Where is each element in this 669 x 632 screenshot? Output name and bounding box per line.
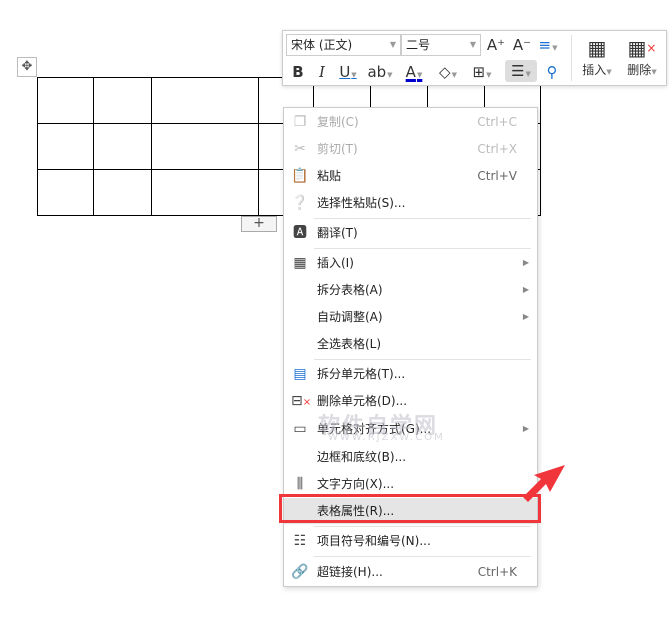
submenu-arrow-icon: ▶	[522, 424, 529, 433]
label: 复制(C)	[317, 115, 359, 129]
menu-item-cut[interactable]: ✂ 剪切(T) Ctrl+X	[284, 136, 537, 162]
shading-button[interactable]: ◇▼	[435, 61, 461, 83]
table-delete-icon: ▦×	[627, 36, 657, 60]
label: 项目符号和编号(N)...	[317, 534, 431, 548]
italic-button[interactable]: I	[309, 61, 335, 83]
menu-item-bullets-numbering[interactable]: ☷ 项目符号和编号(N)...	[284, 528, 537, 554]
floating-toolbar: 宋体 (正文) ▼ 二号 ▼ A⁺ A⁻ ≡▼ B I U▼ ab▼ A▼ ◇▼ ⊞…	[282, 30, 667, 86]
table-insert-icon: ▦	[293, 255, 307, 271]
submenu-arrow-icon: ▶	[522, 285, 529, 294]
link-icon: 🔗	[291, 564, 309, 580]
insert-button[interactable]: ▦ 插入▼	[572, 35, 622, 78]
add-row-button[interactable]: +	[241, 216, 277, 232]
list-icon: ☷	[293, 533, 307, 549]
separator	[314, 248, 531, 249]
shrink-font-button[interactable]: A⁻	[509, 34, 535, 56]
scissors-icon: ✂	[294, 141, 306, 157]
font-size-value: 二号	[406, 38, 431, 52]
menu-item-split-table[interactable]: 拆分表格(A) ▶	[284, 277, 537, 303]
separator	[314, 359, 531, 360]
insert-label: 插入	[582, 63, 607, 77]
highlight-button[interactable]: ab▼	[367, 61, 393, 83]
highlight-box	[279, 494, 541, 523]
label: 拆分表格(A)	[317, 283, 383, 297]
font-name-value: 宋体 (正文)	[291, 38, 353, 52]
bold-button[interactable]: B	[285, 61, 311, 83]
menu-item-borders-shading[interactable]: 边框和底纹(B)...	[284, 444, 537, 470]
label: 超链接(H)...	[317, 565, 383, 579]
line-spacing-button[interactable]: ≡▼	[535, 34, 561, 56]
underline-button[interactable]: U▼	[335, 61, 361, 83]
split-cells-icon: ▤	[293, 366, 307, 382]
grow-font-button[interactable]: A⁺	[483, 34, 509, 56]
label: 自动调整(A)	[317, 310, 383, 324]
separator	[314, 218, 531, 219]
font-name-select[interactable]: 宋体 (正文) ▼	[286, 34, 401, 56]
label: 翻译(T)	[317, 226, 358, 240]
table-move-handle[interactable]: ✥	[17, 57, 37, 77]
menu-item-autofit[interactable]: 自动调整(A) ▶	[284, 304, 537, 330]
separator	[314, 526, 531, 527]
label: 插入(I)	[317, 256, 354, 270]
copy-icon: ❐	[293, 114, 307, 130]
shortcut: Ctrl+C	[477, 115, 517, 129]
delete-cells-icon: ⊟×	[291, 393, 312, 409]
submenu-arrow-icon: ▶	[522, 312, 529, 321]
menu-item-translate[interactable]: 🅰 翻译(T)	[284, 220, 537, 246]
align-icon: ▭	[293, 421, 307, 437]
label: 拆分单元格(T)...	[317, 367, 406, 381]
watermark-url: WWW.RJZXW.COM	[328, 432, 445, 443]
format-painter-button[interactable]: ⚲	[539, 61, 565, 83]
borders-button[interactable]: ⊞▼	[469, 61, 495, 83]
submenu-arrow-icon: ▶	[522, 258, 529, 267]
font-color-button[interactable]: A▼	[401, 61, 427, 83]
translate-icon: 🅰	[293, 225, 307, 241]
paste-icon: 📋	[291, 168, 309, 184]
shortcut: Ctrl+K	[477, 565, 517, 579]
delete-label: 删除	[627, 63, 652, 77]
menu-item-split-cells[interactable]: ▤ 拆分单元格(T)...	[284, 361, 537, 387]
label: 边框和底纹(B)...	[317, 450, 407, 464]
label: 剪切(T)	[317, 142, 358, 156]
menu-item-hyperlink[interactable]: 🔗 超链接(H)... Ctrl+K	[284, 559, 537, 585]
menu-item-insert[interactable]: ▦ 插入(I) ▶	[284, 250, 537, 276]
menu-item-copy[interactable]: ❐ 复制(C) Ctrl+C	[284, 109, 537, 135]
separator	[314, 556, 531, 557]
shortcut: Ctrl+X	[477, 142, 517, 156]
paste-special-icon: ❔	[291, 195, 309, 211]
label: 选择性粘贴(S)...	[317, 196, 406, 210]
menu-item-paste[interactable]: 📋 粘贴 Ctrl+V	[284, 163, 537, 189]
label: 粘贴	[317, 169, 342, 183]
menu-item-select-table[interactable]: 全选表格(L)	[284, 331, 537, 357]
label: 全选表格(L)	[317, 337, 382, 351]
align-button[interactable]: ☰▼	[505, 60, 537, 82]
shortcut: Ctrl+V	[477, 169, 517, 183]
menu-item-paste-special[interactable]: ❔ 选择性粘贴(S)...	[284, 190, 537, 216]
table-insert-icon: ▦	[587, 36, 607, 60]
font-size-select[interactable]: 二号 ▼	[401, 34, 481, 56]
red-arrow-icon	[523, 465, 565, 502]
delete-button[interactable]: ▦× 删除▼	[617, 35, 667, 78]
